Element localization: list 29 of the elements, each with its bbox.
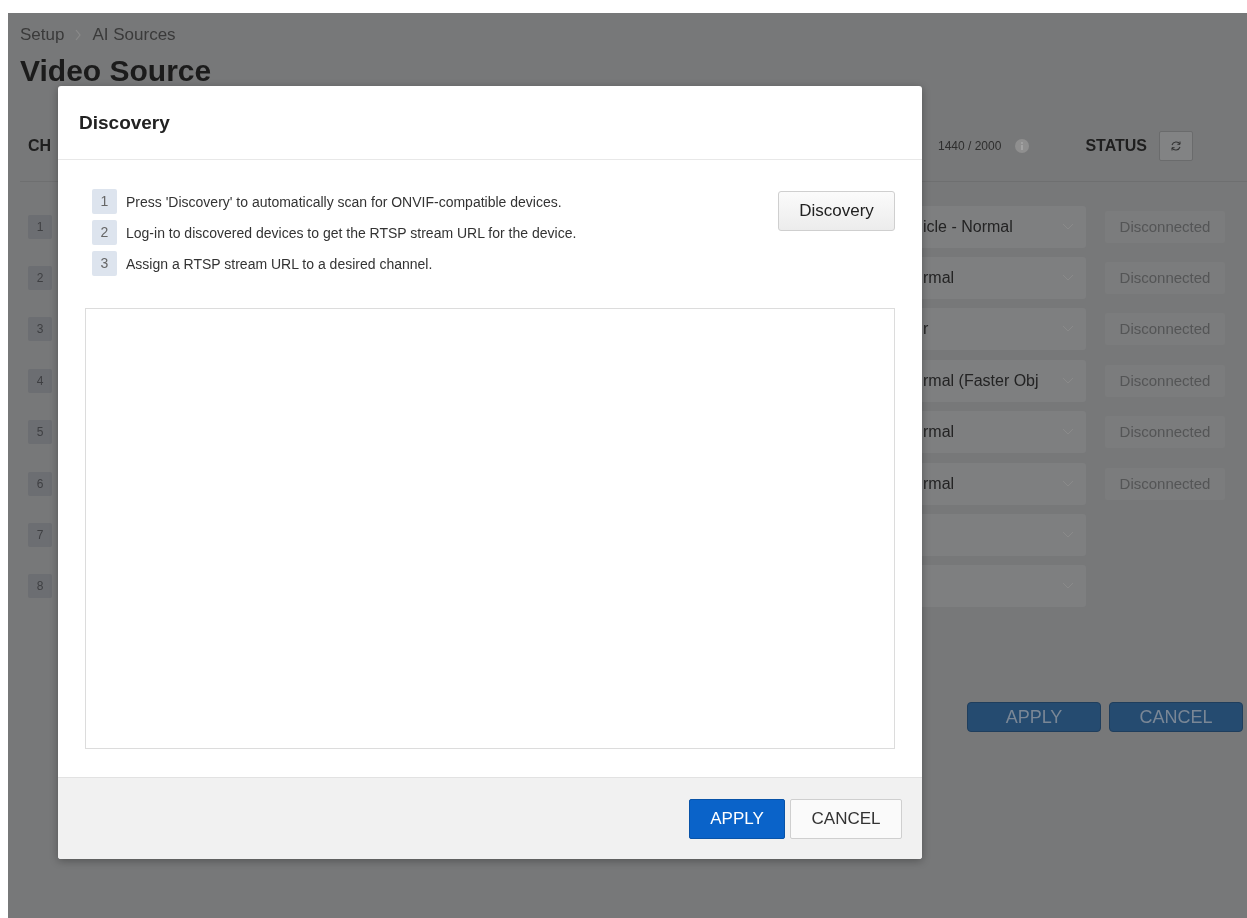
page-title: Video Source <box>20 53 213 89</box>
column-header: STATUS <box>1085 137 1148 155</box>
dialog-title: Discovery <box>79 111 170 134</box>
discovery-button[interactable]: Discovery <box>778 191 895 231</box>
step-number: 1 <box>92 189 117 214</box>
apply-button[interactable]: APPLY <box>689 798 785 839</box>
info-icon <box>1015 139 1030 153</box>
model-dropdown[interactable] <box>920 565 1086 608</box>
breadcrumb-link[interactable]: AI Sources <box>92 25 176 45</box>
step-text: Press 'Discovery' to automatically scan for ONVIF-compatible devices. <box>126 193 562 210</box>
model-dropdown[interactable]: rmal <box>920 411 1086 454</box>
model-dropdown[interactable]: rmal <box>920 462 1086 505</box>
model-dropdown[interactable]: rmal (Faster Obj <box>920 359 1086 402</box>
refresh-icon <box>1170 140 1183 152</box>
step-text: Log-in to discovered devices to get the RTSP stream URL for the device. <box>126 224 577 241</box>
refresh-button[interactable] <box>1159 131 1194 161</box>
model-dropdown[interactable] <box>920 514 1086 557</box>
step-number: 3 <box>92 251 117 276</box>
action-button[interactable]: CANCEL <box>1109 702 1243 733</box>
model-dropdown[interactable]: r <box>920 308 1086 351</box>
step-number: 2 <box>92 220 117 245</box>
action-button[interactable]: APPLY <box>967 702 1101 733</box>
model-dropdown[interactable]: rmal <box>920 257 1086 300</box>
cancel-button[interactable]: CANCEL <box>790 798 902 839</box>
column-header: CH <box>28 137 52 155</box>
model-dropdown[interactable]: icle - Normal <box>920 205 1086 248</box>
usage-count: 1440 / 2000 <box>938 139 1002 153</box>
step-text: Assign a RTSP stream URL to a desired channel. <box>126 255 433 272</box>
breadcrumb-link[interactable]: Setup <box>20 25 65 45</box>
